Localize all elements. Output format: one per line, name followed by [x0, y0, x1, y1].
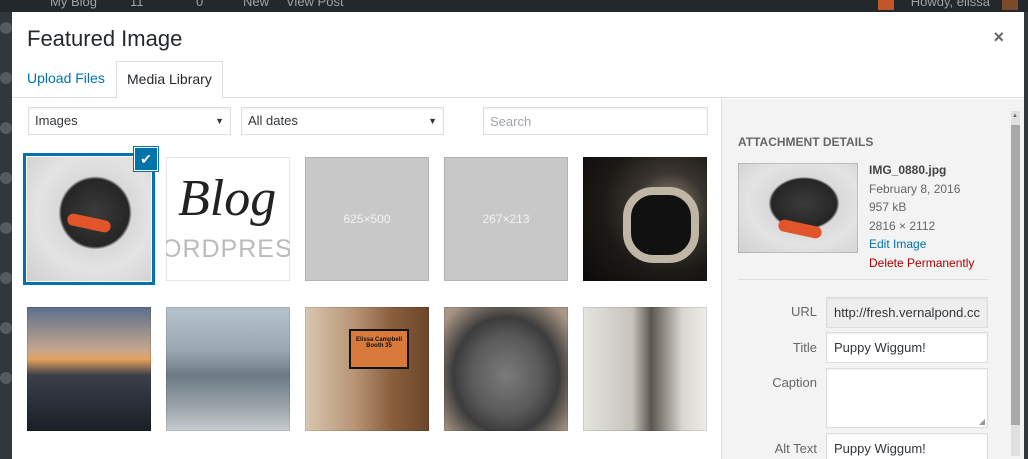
- attachment-thumb-placeholder-625x500[interactable]: 625×500: [305, 157, 429, 281]
- attachment-dimensions: 2816 × 2112: [869, 218, 936, 233]
- sidebar-scrollbar-thumb[interactable]: [1011, 125, 1020, 425]
- url-label: URL: [790, 304, 817, 319]
- attachments-grid: ✔ Blog ORDPRESS 625×500 267×213: [12, 147, 721, 459]
- comments-icon[interactable]: [0, 222, 12, 234]
- attachment-thumb-booth-sign[interactable]: [305, 307, 429, 431]
- attachment-thumb-blog-logo[interactable]: Blog ORDPRESS: [166, 157, 290, 281]
- attachment-thumb-city-river[interactable]: [166, 307, 290, 431]
- attachment-thumb-grey-poodle[interactable]: [444, 307, 568, 431]
- modal-title: Featured Image: [27, 26, 183, 51]
- attachment-thumb-woman[interactable]: [583, 307, 707, 431]
- title-label: Title: [792, 340, 817, 355]
- sidebar-scrollbar[interactable]: ▲: [1011, 111, 1020, 456]
- chevron-down-icon: ▼: [428, 116, 437, 126]
- attachment-preview: [738, 163, 858, 253]
- caption-label: Caption: [772, 375, 817, 390]
- admin-bar-comments[interactable]: 0: [196, 0, 203, 9]
- page-scrollbar[interactable]: [1024, 12, 1028, 459]
- admin-bar-updates[interactable]: 11: [130, 0, 144, 9]
- attachment-details-title: ATTACHMENT DETAILS: [738, 135, 874, 149]
- delete-permanently-link[interactable]: Delete Permanently: [869, 254, 974, 273]
- tab-upload-files[interactable]: Upload Files: [17, 61, 115, 98]
- tab-media-library[interactable]: Media Library: [116, 61, 223, 99]
- media-icon[interactable]: [0, 122, 12, 134]
- admin-bar-site-name[interactable]: My Blog: [50, 0, 97, 9]
- users-icon[interactable]: [0, 372, 12, 384]
- url-field[interactable]: http://fresh.vernalpond.cc: [826, 297, 988, 328]
- attachment-thumb-city-skyline[interactable]: [27, 307, 151, 431]
- posts-icon[interactable]: [0, 72, 12, 84]
- plugins-icon[interactable]: [0, 322, 12, 334]
- attachment-filename: IMG_0880.jpg: [869, 163, 947, 177]
- caption-field[interactable]: ◢: [826, 368, 988, 428]
- attachment-thumb-camera[interactable]: [583, 157, 707, 281]
- chevron-down-icon: ▼: [215, 116, 224, 126]
- resize-handle-icon[interactable]: ◢: [979, 418, 985, 426]
- media-date-filter-value: All dates: [248, 113, 298, 128]
- alt-text-field[interactable]: Puppy Wiggum!: [826, 433, 988, 459]
- appearance-icon[interactable]: [0, 272, 12, 284]
- media-toolbar: Images ▼ All dates ▼: [12, 99, 721, 149]
- attachment-date: February 8, 2016: [869, 181, 961, 196]
- attachment-info: IMG_0880.jpg February 8, 2016 957 kB 281…: [869, 161, 974, 272]
- attachment-filesize: 957 kB: [869, 200, 907, 214]
- scroll-up-icon[interactable]: ▲: [1012, 113, 1018, 119]
- media-type-filter-value: Images: [35, 113, 78, 128]
- edit-image-link[interactable]: Edit Image: [869, 235, 974, 254]
- featured-image-modal: Featured Image × Upload Files Media Libr…: [12, 12, 1024, 459]
- title-field[interactable]: Puppy Wiggum!: [826, 332, 988, 363]
- admin-bar: My Blog 11 0 New View Post Howdy, elissa: [0, 0, 1028, 12]
- admin-bar-view-post[interactable]: View Post: [286, 0, 344, 9]
- close-icon[interactable]: ×: [993, 28, 1004, 46]
- admin-bar-notification-icon[interactable]: [878, 0, 894, 10]
- placeholder-label: 267×213: [482, 212, 530, 226]
- check-icon[interactable]: ✔: [134, 147, 158, 171]
- dashboard-icon[interactable]: [0, 22, 12, 34]
- avatar[interactable]: [1002, 0, 1018, 10]
- search-input[interactable]: [483, 107, 708, 135]
- attachment-thumb-placeholder-267x213[interactable]: 267×213: [444, 157, 568, 281]
- attachment-thumb-poodle[interactable]: [27, 157, 151, 281]
- pages-icon[interactable]: [0, 172, 12, 184]
- blog-logo-text: Blog: [178, 170, 277, 227]
- alt-text-label: Alt Text: [774, 441, 817, 456]
- attachment-details-sidebar: ▲ ATTACHMENT DETAILS IMG_0880.jpg Februa…: [721, 99, 1024, 459]
- media-tabs: Upload Files Media Library: [12, 61, 1024, 99]
- sidebar-divider: [738, 279, 988, 280]
- admin-bar-howdy[interactable]: Howdy, elissa: [911, 0, 990, 9]
- placeholder-label: 625×500: [343, 212, 391, 226]
- media-type-filter[interactable]: Images ▼: [28, 107, 231, 135]
- wordpress-logo-text: ORDPRESS: [166, 235, 290, 263]
- media-date-filter[interactable]: All dates ▼: [241, 107, 444, 135]
- admin-menu-rail: [0, 12, 12, 459]
- admin-bar-new[interactable]: New: [243, 0, 269, 9]
